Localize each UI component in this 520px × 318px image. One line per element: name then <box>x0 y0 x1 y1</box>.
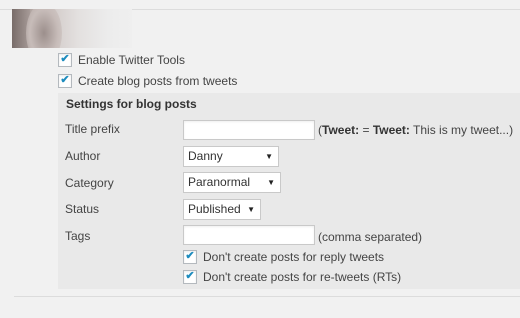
category-select[interactable]: Paranormal ▼ <box>183 172 281 193</box>
tags-input[interactable] <box>183 225 315 245</box>
chevron-down-icon: ▼ <box>265 152 273 161</box>
create-blog-posts-checkbox[interactable]: ✔ <box>58 74 72 88</box>
title-prefix-label: Title prefix <box>65 122 120 136</box>
no-retweet-posts-label: Don't create posts for re-tweets (RTs) <box>203 270 402 284</box>
status-selected-value: Published <box>188 202 241 216</box>
create-blog-posts-row[interactable]: ✔ Create blog posts from tweets <box>58 73 237 89</box>
bottom-divider <box>14 296 520 297</box>
enable-twitter-tools-label: Enable Twitter Tools <box>78 53 185 67</box>
status-label: Status <box>65 202 100 216</box>
chevron-down-icon: ▼ <box>267 178 275 187</box>
tags-label: Tags <box>65 229 91 243</box>
checkmark-icon: ✔ <box>60 53 70 65</box>
avatar-image <box>12 9 132 48</box>
author-selected-value: Danny <box>188 149 223 163</box>
no-reply-posts-label: Don't create posts for reply tweets <box>203 250 385 264</box>
status-select[interactable]: Published ▼ <box>183 199 261 220</box>
category-label: Category <box>65 176 114 190</box>
enable-twitter-tools-checkbox[interactable]: ✔ <box>58 53 72 67</box>
no-retweet-posts-row[interactable]: ✔ Don't create posts for re-tweets (RTs) <box>183 269 401 285</box>
checkmark-icon: ✔ <box>60 74 70 86</box>
title-prefix-hint: (Tweet: = Tweet: This is my tweet...) <box>318 123 514 137</box>
no-reply-posts-row[interactable]: ✔ Don't create posts for reply tweets <box>183 249 384 265</box>
create-blog-posts-label: Create blog posts from tweets <box>78 74 238 88</box>
title-prefix-input[interactable] <box>183 120 315 140</box>
settings-panel-title: Settings for blog posts <box>66 97 197 111</box>
tags-hint: (comma separated) <box>318 230 423 244</box>
author-select[interactable]: Danny ▼ <box>183 146 279 167</box>
no-retweet-posts-checkbox[interactable]: ✔ <box>183 270 197 284</box>
blog-post-settings-panel: Settings for blog posts Title prefix (Tw… <box>58 93 520 289</box>
checkmark-icon: ✔ <box>185 270 195 282</box>
enable-twitter-tools-row[interactable]: ✔ Enable Twitter Tools <box>58 52 185 68</box>
category-selected-value: Paranormal <box>188 175 251 189</box>
author-label: Author <box>65 149 101 163</box>
no-reply-posts-checkbox[interactable]: ✔ <box>183 250 197 264</box>
checkmark-icon: ✔ <box>185 250 195 262</box>
chevron-down-icon: ▼ <box>247 205 255 214</box>
